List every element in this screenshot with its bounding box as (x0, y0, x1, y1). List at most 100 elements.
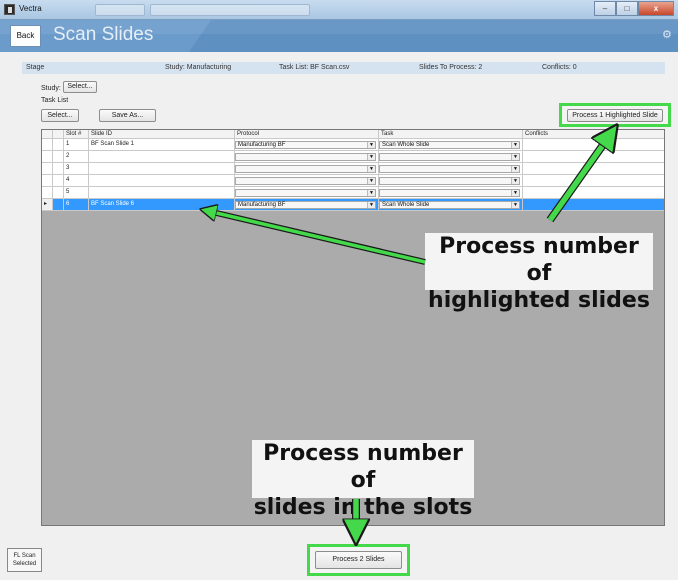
conflicts-status: Conflicts: 0 (542, 64, 577, 71)
row-check-cell[interactable] (53, 187, 64, 199)
table-row[interactable]: 4 ▼ ▼ (42, 175, 664, 187)
row-marker-icon (42, 187, 53, 199)
dropdown-arrow-icon[interactable]: ▼ (367, 154, 375, 160)
close-button[interactable]: x (638, 1, 674, 16)
annotation-highlighted-line2: highlighted slides (428, 288, 650, 313)
dropdown-arrow-icon[interactable]: ▼ (367, 142, 375, 148)
task-dropdown[interactable]: ▼ (379, 177, 520, 185)
slide-id-cell[interactable]: BF Scan Slide 1 (89, 139, 235, 151)
task-cell: ▼ (379, 151, 523, 163)
dropdown-arrow-icon[interactable]: ▼ (367, 166, 375, 172)
dropdown-arrow-icon[interactable]: ▼ (511, 190, 519, 196)
conflicts-cell (523, 175, 664, 187)
window-controls: – □ x (594, 1, 674, 16)
task-list-label: Task List (41, 97, 69, 104)
task-value: Scan Whole Slide (382, 202, 430, 208)
process-slides-button[interactable]: Process 2 Slides (315, 551, 402, 569)
dropdown-arrow-icon[interactable]: ▼ (367, 178, 375, 184)
conflicts-cell (523, 187, 664, 199)
dropdown-arrow-icon[interactable]: ▼ (511, 178, 519, 184)
study-label: Study: (41, 85, 61, 92)
annotation-slots-line2: slides in the slots (253, 495, 473, 520)
process-highlighted-highlight: Process 1 Highlighted Slide (559, 103, 671, 127)
task-cell: Scan Whole Slide ▼ (379, 199, 523, 211)
slide-id-cell[interactable] (89, 175, 235, 187)
task-cell: ▼ (379, 163, 523, 175)
protocol-dropdown[interactable]: ▼ (235, 153, 376, 161)
column-header-slide-id[interactable]: Slide ID (89, 130, 235, 139)
annotation-slots-line1: Process number of (263, 441, 463, 493)
dropdown-arrow-icon[interactable]: ▼ (511, 154, 519, 160)
task-list-status: Task List: BF Scan.csv (279, 64, 350, 71)
protocol-cell: ▼ (235, 163, 379, 175)
dropdown-arrow-icon[interactable]: ▼ (367, 190, 375, 196)
annotation-slots: Process number of slides in the slots (252, 440, 474, 520)
row-marker-icon (42, 139, 53, 151)
page-header: Back Scan Slides ⚙ (0, 20, 678, 52)
conflicts-cell (523, 163, 664, 175)
slide-id-cell[interactable] (89, 187, 235, 199)
annotation-highlighted-line1: Process number of (439, 234, 639, 286)
task-dropdown[interactable]: ▼ (379, 189, 520, 197)
column-header-task[interactable]: Task (379, 130, 523, 139)
dropdown-arrow-icon[interactable]: ▼ (367, 202, 375, 208)
protocol-dropdown[interactable]: Manufacturing BF ▼ (235, 201, 376, 209)
column-header-conflicts[interactable]: Conflicts (523, 130, 664, 139)
column-header-protocol[interactable]: Protocol (235, 130, 379, 139)
task-cell: Scan Whole Slide ▼ (379, 139, 523, 151)
task-select-button[interactable]: Select... (41, 109, 79, 122)
protocol-cell: ▼ (235, 151, 379, 163)
slot-cell: 5 (64, 187, 89, 199)
row-marker-icon (42, 151, 53, 163)
titlebar-ghost-search (150, 4, 310, 16)
save-as-button[interactable]: Save As... (99, 109, 156, 122)
dropdown-arrow-icon[interactable]: ▼ (511, 142, 519, 148)
study-select-button[interactable]: Select... (63, 81, 97, 93)
slot-cell: 2 (64, 151, 89, 163)
column-header-slot[interactable]: Slot # (64, 130, 89, 139)
row-check-cell[interactable] (53, 139, 64, 151)
slides-to-process-status: Slides To Process: 2 (419, 64, 483, 71)
maximize-button[interactable]: □ (616, 1, 638, 16)
settings-gear-icon[interactable]: ⚙ (662, 28, 674, 41)
task-dropdown[interactable]: Scan Whole Slide ▼ (379, 141, 520, 149)
row-marker-icon: ▸ (42, 199, 53, 211)
row-marker-icon (42, 163, 53, 175)
task-cell: ▼ (379, 187, 523, 199)
titlebar-ghost-field (95, 4, 145, 16)
protocol-dropdown[interactable]: ▼ (235, 189, 376, 197)
app-icon (4, 4, 15, 15)
protocol-dropdown[interactable]: Manufacturing BF ▼ (235, 141, 376, 149)
slide-id-cell[interactable] (89, 151, 235, 163)
back-button[interactable]: Back (10, 25, 41, 47)
slide-id-cell[interactable] (89, 163, 235, 175)
protocol-dropdown[interactable]: ▼ (235, 165, 376, 173)
table-row[interactable]: 2 ▼ ▼ (42, 151, 664, 163)
dropdown-arrow-icon[interactable]: ▼ (511, 166, 519, 172)
slide-id-cell[interactable]: BF Scan Slide 6 (89, 199, 235, 211)
table-row[interactable]: ▸ 6 BF Scan Slide 6 Manufacturing BF ▼ S… (42, 199, 664, 211)
row-check-cell[interactable] (53, 151, 64, 163)
slot-cell: 4 (64, 175, 89, 187)
row-check-cell[interactable] (53, 175, 64, 187)
protocol-cell: ▼ (235, 187, 379, 199)
slot-cell: 1 (64, 139, 89, 151)
task-dropdown[interactable]: ▼ (379, 153, 520, 161)
task-dropdown[interactable]: ▼ (379, 165, 520, 173)
fl-scan-selected-button[interactable]: FL Scan Selected (7, 548, 42, 572)
protocol-cell: Manufacturing BF ▼ (235, 199, 379, 211)
task-dropdown[interactable]: Scan Whole Slide ▼ (379, 201, 520, 209)
table-row[interactable]: 1 BF Scan Slide 1 Manufacturing BF ▼ Sca… (42, 139, 664, 151)
process-highlighted-button[interactable]: Process 1 Highlighted Slide (567, 109, 663, 122)
protocol-cell: Manufacturing BF ▼ (235, 139, 379, 151)
protocol-value: Manufacturing BF (238, 202, 286, 208)
protocol-dropdown[interactable]: ▼ (235, 177, 376, 185)
row-check-cell[interactable] (53, 163, 64, 175)
dropdown-arrow-icon[interactable]: ▼ (511, 202, 519, 208)
window-titlebar: Vectra – □ x (0, 0, 678, 20)
row-check-cell[interactable] (53, 199, 64, 211)
table-row[interactable]: 3 ▼ ▼ (42, 163, 664, 175)
table-row[interactable]: 5 ▼ ▼ (42, 187, 664, 199)
study-status: Study: Manufacturing (165, 64, 232, 71)
minimize-button[interactable]: – (594, 1, 616, 16)
